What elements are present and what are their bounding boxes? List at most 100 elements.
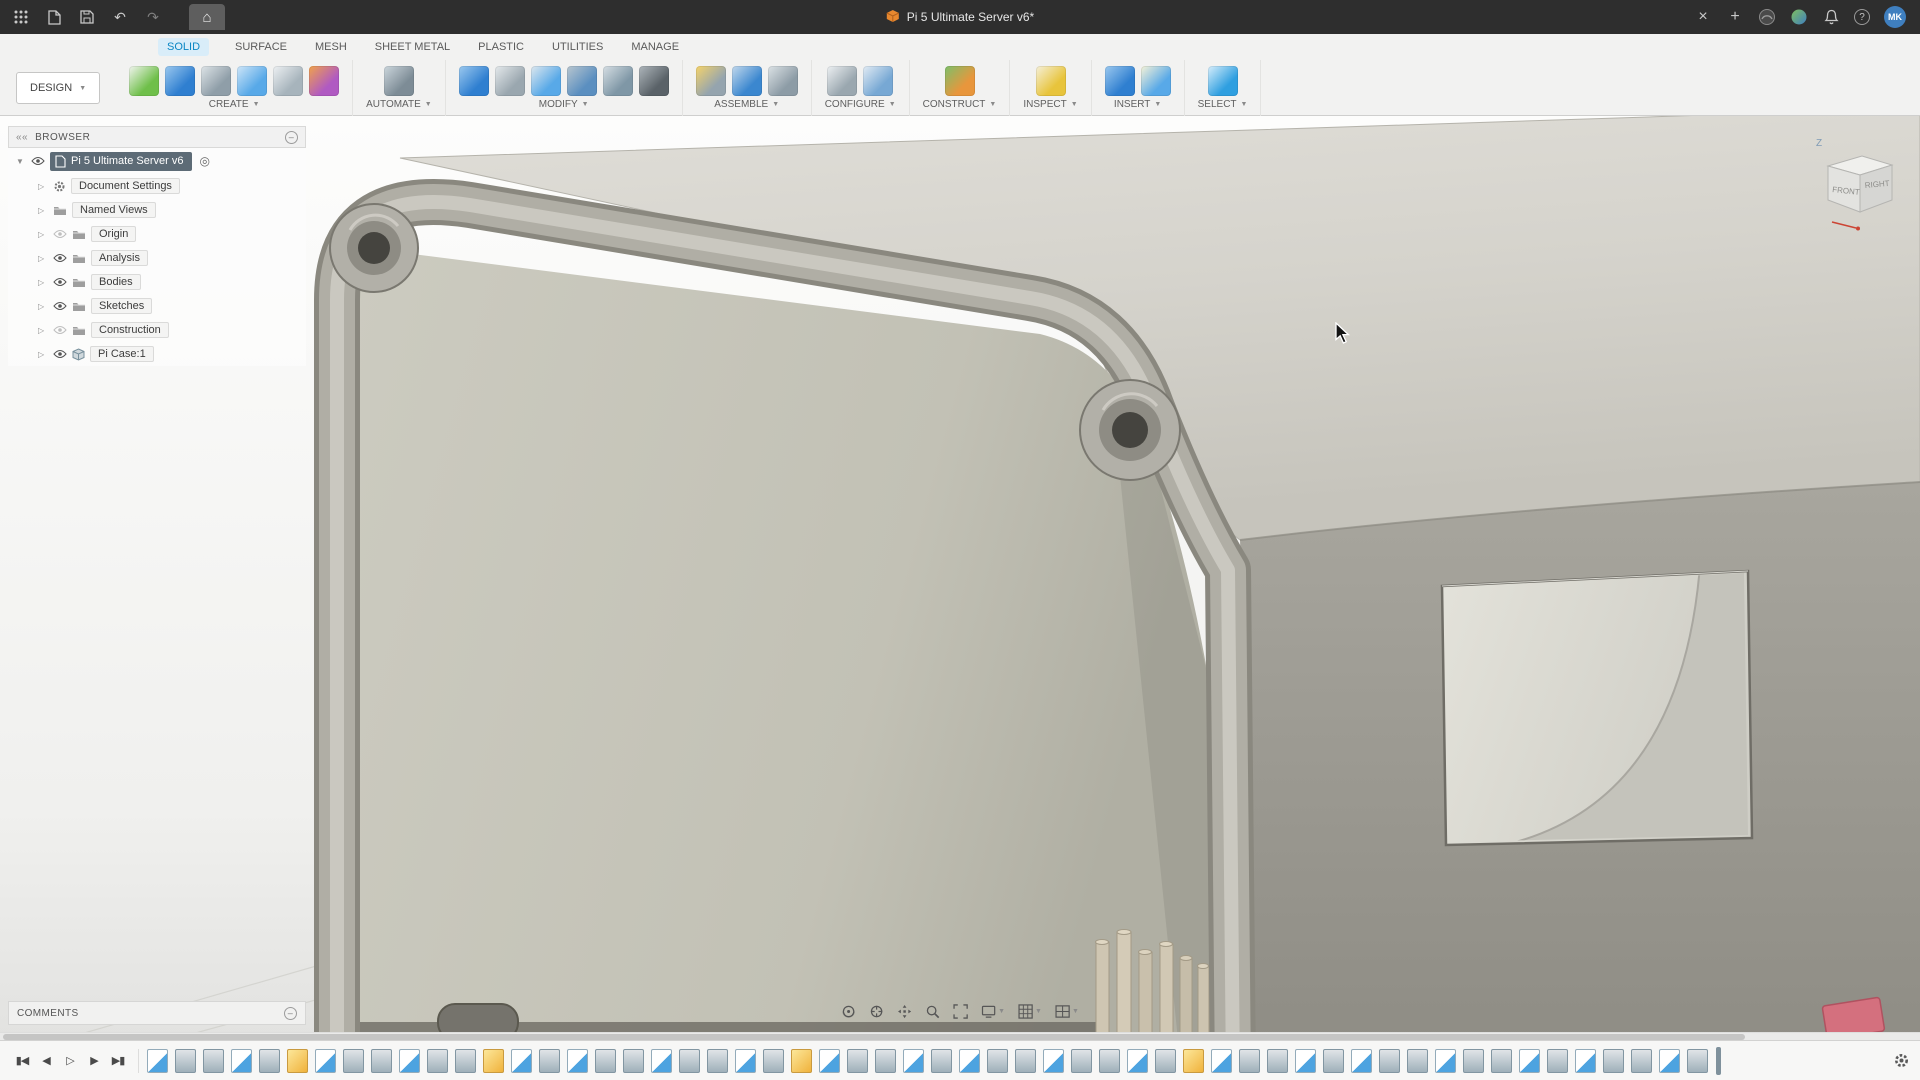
expand-arrow-icon[interactable]: ▼ [16,157,26,166]
group-label-construct[interactable]: CONSTRUCT▼ [923,99,997,110]
timeline-feature-feature-icon[interactable] [847,1049,868,1073]
view-cube[interactable]: Z FRONT RIGHT [1812,134,1898,234]
timeline-feature-feature-icon[interactable] [1631,1049,1652,1073]
timeline-feature-feature-icon[interactable] [1603,1049,1624,1073]
browser-item-sketches[interactable]: ▷Sketches [8,294,306,318]
timeline-feature-sketch-icon[interactable] [959,1049,980,1073]
browser-collapse-circle-icon[interactable]: – [285,131,298,144]
timeline-feature-gold-icon[interactable] [483,1049,504,1073]
timeline-feature-feature-icon[interactable] [595,1049,616,1073]
visibility-open-icon[interactable] [53,301,67,311]
timeline-feature-feature-icon[interactable] [1239,1049,1260,1073]
timeline-skip-to-end-button[interactable]: ▶▮ [106,1054,130,1067]
timeline-feature-feature-icon[interactable] [539,1049,560,1073]
timeline-feature-feature-icon[interactable] [1015,1049,1036,1073]
timeline-settings-gear-icon[interactable] [1893,1052,1910,1069]
timeline-skip-to-start-button[interactable]: ▮◀ [10,1054,34,1067]
visibility-open-icon[interactable] [53,253,67,263]
app-grid-icon[interactable] [12,8,30,26]
timeline-feature-sketch-icon[interactable] [1351,1049,1372,1073]
undo-icon[interactable]: ↶ [111,8,129,26]
tab-mesh[interactable]: MESH [313,38,349,56]
timeline-feature-feature-icon[interactable] [1547,1049,1568,1073]
timeline-feature-feature-icon[interactable] [707,1049,728,1073]
fit-icon[interactable] [953,1004,968,1019]
shell-icon[interactable] [531,66,561,96]
timeline-feature-sketch-icon[interactable] [735,1049,756,1073]
user-avatar[interactable]: MK [1884,6,1906,28]
timeline-play-button[interactable]: ▷ [58,1054,82,1067]
timeline-feature-feature-icon[interactable] [875,1049,896,1073]
timeline-feature-feature-icon[interactable] [623,1049,644,1073]
timeline-feature-feature-icon[interactable] [1267,1049,1288,1073]
timeline-feature-feature-icon[interactable] [763,1049,784,1073]
browser-item-analysis[interactable]: ▷Analysis [8,246,306,270]
pattern-icon[interactable] [273,66,303,96]
grid-display-icon[interactable]: ▼ [1018,1004,1042,1019]
box-icon[interactable] [165,66,195,96]
timeline-feature-feature-icon[interactable] [1155,1049,1176,1073]
timeline-feature-sketch-icon[interactable] [1127,1049,1148,1073]
timeline-feature-feature-icon[interactable] [1071,1049,1092,1073]
timeline-feature-feature-icon[interactable] [1323,1049,1344,1073]
create-sketch-icon[interactable] [129,66,159,96]
close-tab-icon[interactable]: × [1694,8,1712,26]
configure-table-icon[interactable] [827,66,857,96]
visibility-open-icon[interactable] [53,349,67,359]
notifications-bell-icon[interactable] [1822,8,1840,26]
visibility-open-icon[interactable] [53,277,67,287]
timeline-feature-gold-icon[interactable] [287,1049,308,1073]
measure-icon[interactable] [1036,66,1066,96]
timeline-feature-sketch-icon[interactable] [1659,1049,1680,1073]
tab-surface[interactable]: SURFACE [233,38,289,56]
timeline-feature-feature-icon[interactable] [1463,1049,1484,1073]
active-document-pill[interactable]: Pi 5 Ultimate Server v6 [50,152,192,171]
visibility-open-icon[interactable] [31,156,45,166]
timeline-feature-sketch-icon[interactable] [651,1049,672,1073]
display-settings-icon[interactable]: ▼ [981,1004,1005,1019]
group-label-automate[interactable]: AUTOMATE▼ [366,99,432,110]
insert-derive-icon[interactable] [1105,66,1135,96]
timeline-feature-sketch-icon[interactable] [1519,1049,1540,1073]
save-icon[interactable] [78,8,96,26]
timeline-feature-feature-icon[interactable] [343,1049,364,1073]
browser-item-origin[interactable]: ▷Origin [8,222,306,246]
group-label-assemble[interactable]: ASSEMBLE▼ [714,99,779,110]
joint-icon[interactable] [732,66,762,96]
timeline-feature-sketch-icon[interactable] [1295,1049,1316,1073]
timeline-feature-feature-icon[interactable] [1407,1049,1428,1073]
home-tab-icon[interactable]: ⌂ [189,4,225,30]
tab-manage[interactable]: MANAGE [629,38,681,56]
presence-icon[interactable] [1758,8,1776,26]
timeline-feature-gold-icon[interactable] [1183,1049,1204,1073]
group-label-configure[interactable]: CONFIGURE▼ [825,99,896,110]
expand-arrow-icon[interactable]: ▷ [38,182,48,191]
timeline-feature-sketch-icon[interactable] [903,1049,924,1073]
offset-face-icon[interactable] [603,66,633,96]
new-tab-icon[interactable]: + [1726,8,1744,26]
new-file-icon[interactable] [45,8,63,26]
comments-collapse-circle-icon[interactable]: – [284,1007,297,1020]
timeline-feature-sketch-icon[interactable] [1435,1049,1456,1073]
collapse-browser-icon[interactable]: «« [16,132,28,143]
timeline-feature-sketch-icon[interactable] [819,1049,840,1073]
browser-item-construction[interactable]: ▷Construction [8,318,306,342]
timeline-feature-feature-icon[interactable] [259,1049,280,1073]
tab-utilities[interactable]: UTILITIES [550,38,605,56]
timeline-feature-sketch-icon[interactable] [1211,1049,1232,1073]
expand-arrow-icon[interactable]: ▷ [38,350,48,359]
tab-solid[interactable]: SOLID [158,38,209,56]
timeline-position-marker[interactable] [1716,1047,1721,1075]
design-workspace-menu[interactable]: DESIGN ▼ [16,72,100,104]
viewports-icon[interactable]: ▼ [1055,1004,1079,1019]
timeline-feature-sketch-icon[interactable] [399,1049,420,1073]
redo-icon[interactable]: ↷ [144,8,162,26]
tab-sheet-metal[interactable]: SHEET METAL [373,38,452,56]
browser-item-bodies[interactable]: ▷Bodies [8,270,306,294]
timeline-feature-sketch-icon[interactable] [1043,1049,1064,1073]
browser-item-named-views[interactable]: ▷Named Views [8,198,306,222]
group-label-modify[interactable]: MODIFY▼ [539,99,589,110]
timeline-feature-feature-icon[interactable] [679,1049,700,1073]
timeline-feature-sketch-icon[interactable] [1575,1049,1596,1073]
timeline-feature-gold-icon[interactable] [791,1049,812,1073]
